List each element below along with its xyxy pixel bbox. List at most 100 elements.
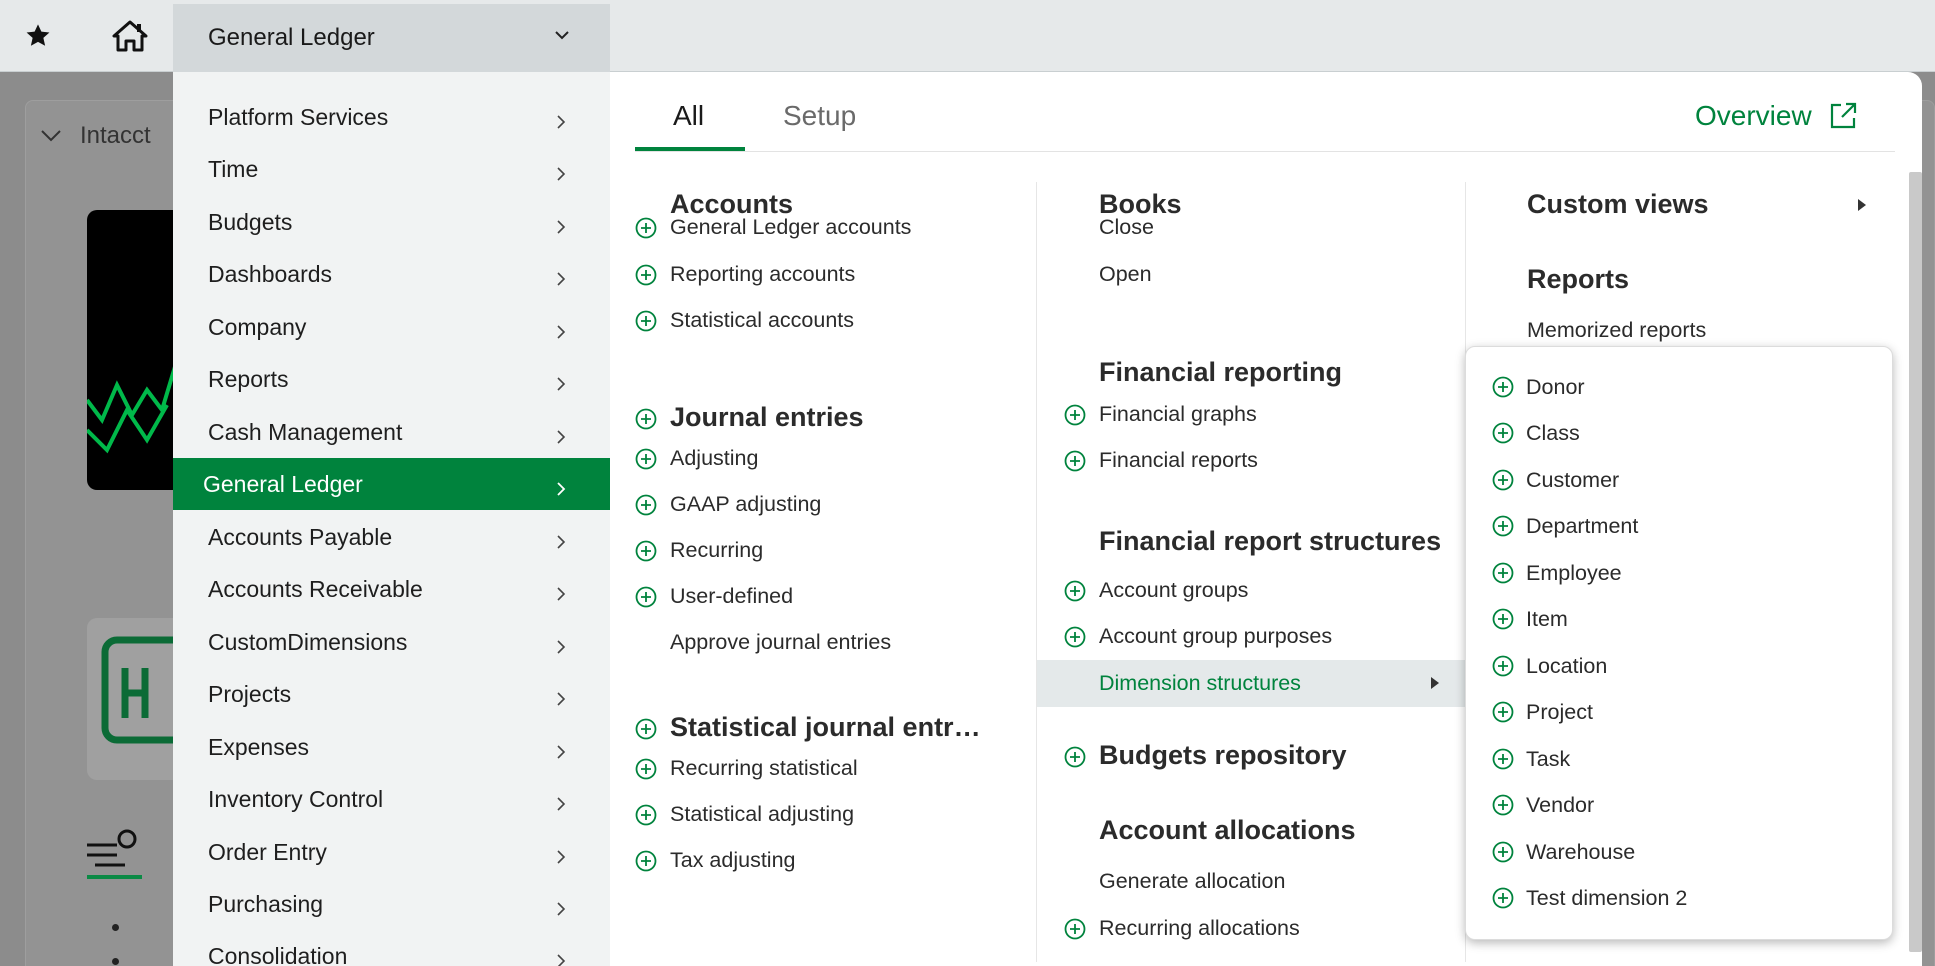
add-circle-icon[interactable] bbox=[635, 586, 657, 608]
module-menu-item-budgets[interactable]: Budgets bbox=[173, 196, 610, 248]
add-circle-icon[interactable] bbox=[635, 540, 657, 562]
menu-link-generate-allocation[interactable]: Generate allocation bbox=[1099, 869, 1285, 894]
overview-link[interactable]: Overview bbox=[1695, 100, 1858, 132]
add-circle-icon[interactable] bbox=[1492, 655, 1514, 677]
module-menu-item-cash-management[interactable]: Cash Management bbox=[173, 406, 610, 458]
submenu-item-label: Department bbox=[1526, 513, 1639, 538]
section-heading-account-allocations[interactable]: Account allocations bbox=[1099, 815, 1356, 846]
add-circle-icon[interactable] bbox=[1492, 515, 1514, 537]
menu-link-reporting-accounts[interactable]: Reporting accounts bbox=[670, 262, 855, 287]
section-heading-custom-views[interactable]: Custom views bbox=[1527, 189, 1709, 220]
module-menu-item-expenses[interactable]: Expenses bbox=[173, 721, 610, 773]
submenu-item-donor[interactable]: Donor bbox=[1466, 364, 1894, 410]
submenu-item-department[interactable]: Department bbox=[1466, 503, 1894, 549]
add-circle-icon[interactable] bbox=[635, 804, 657, 826]
menu-link-gaap-adjusting[interactable]: GAAP adjusting bbox=[670, 492, 821, 517]
tab-setup[interactable]: Setup bbox=[783, 100, 856, 132]
section-heading-financial-reporting[interactable]: Financial reporting bbox=[1099, 357, 1342, 388]
submenu-item-label: Vendor bbox=[1526, 792, 1595, 817]
module-menu-item-time[interactable]: Time bbox=[173, 143, 610, 195]
submenu-item-warehouse[interactable]: Warehouse bbox=[1466, 829, 1894, 875]
add-circle-icon[interactable] bbox=[1064, 918, 1086, 940]
add-circle-icon[interactable] bbox=[1064, 626, 1086, 648]
menu-link-account-groups[interactable]: Account groups bbox=[1099, 578, 1248, 603]
module-menu-item-company[interactable]: Company bbox=[173, 301, 610, 353]
menu-link-recurring-statistical[interactable]: Recurring statistical bbox=[670, 756, 858, 781]
home-button[interactable] bbox=[90, 0, 170, 72]
add-circle-icon[interactable] bbox=[635, 264, 657, 286]
submenu-item-vendor[interactable]: Vendor bbox=[1466, 782, 1894, 828]
chevron-down-icon bbox=[41, 130, 61, 142]
menu-link-recurring[interactable]: Recurring bbox=[670, 538, 763, 563]
submenu-item-location[interactable]: Location bbox=[1466, 643, 1894, 689]
add-circle-icon[interactable] bbox=[1064, 580, 1086, 602]
submenu-item-employee[interactable]: Employee bbox=[1466, 550, 1894, 596]
module-menu-item-reports[interactable]: Reports bbox=[173, 353, 610, 405]
add-circle-icon[interactable] bbox=[635, 217, 657, 239]
add-circle-icon[interactable] bbox=[1492, 376, 1514, 398]
menu-link-financial-reports[interactable]: Financial reports bbox=[1099, 448, 1258, 473]
menu-link-memorized-reports[interactable]: Memorized reports bbox=[1527, 318, 1706, 343]
add-circle-icon[interactable] bbox=[1492, 469, 1514, 491]
add-circle-icon[interactable] bbox=[635, 494, 657, 516]
module-menu-item-general-ledger[interactable]: General Ledger bbox=[173, 458, 610, 510]
submenu-item-class[interactable]: Class bbox=[1466, 410, 1894, 456]
menu-link-general-ledger-accounts[interactable]: General Ledger accounts bbox=[670, 215, 911, 240]
add-circle-icon[interactable] bbox=[635, 310, 657, 332]
add-circle-icon[interactable] bbox=[1492, 748, 1514, 770]
add-circle-icon[interactable] bbox=[1064, 450, 1086, 472]
module-menu-item-customdimensions[interactable]: CustomDimensions bbox=[173, 616, 610, 668]
add-circle-icon[interactable] bbox=[1492, 608, 1514, 630]
module-menu-item-inventory-control[interactable]: Inventory Control bbox=[173, 773, 610, 825]
add-circle-icon[interactable] bbox=[635, 850, 657, 872]
section-heading-reports[interactable]: Reports bbox=[1527, 264, 1629, 295]
module-menu-item-projects[interactable]: Projects bbox=[173, 668, 610, 720]
submenu-item-task[interactable]: Task bbox=[1466, 736, 1894, 782]
module-menu-item-dashboards[interactable]: Dashboards bbox=[173, 248, 610, 300]
module-menu-item-label: Accounts Receivable bbox=[208, 575, 423, 602]
module-selector[interactable]: General Ledger bbox=[173, 4, 610, 72]
menu-link-recurring-allocations[interactable]: Recurring allocations bbox=[1099, 916, 1300, 941]
add-circle-icon[interactable] bbox=[635, 718, 657, 740]
menu-link-close[interactable]: Close bbox=[1099, 215, 1154, 240]
dimension-structures-submenu: Donor Class Customer Department Employee Item… bbox=[1465, 346, 1893, 940]
menu-link-financial-graphs[interactable]: Financial graphs bbox=[1099, 402, 1257, 427]
menu-link-adjusting[interactable]: Adjusting bbox=[670, 446, 758, 471]
module-menu-item-platform-services[interactable]: Platform Services bbox=[173, 91, 610, 143]
menu-link-statistical-accounts[interactable]: Statistical accounts bbox=[670, 308, 854, 333]
section-heading-financial-report-structures[interactable]: Financial report structures bbox=[1099, 526, 1441, 557]
section-heading-journal-entries[interactable]: Journal entries bbox=[670, 402, 864, 433]
module-menu-item-purchasing[interactable]: Purchasing bbox=[173, 878, 610, 930]
submenu-item-customer[interactable]: Customer bbox=[1466, 457, 1894, 503]
add-circle-icon[interactable] bbox=[1064, 404, 1086, 426]
add-circle-icon[interactable] bbox=[635, 758, 657, 780]
menu-link-user-defined[interactable]: User-defined bbox=[670, 584, 793, 609]
add-circle-icon[interactable] bbox=[1492, 794, 1514, 816]
tab-all[interactable]: All bbox=[673, 100, 704, 132]
menu-link-approve-journal-entries[interactable]: Approve journal entries bbox=[670, 630, 891, 655]
add-circle-icon[interactable] bbox=[1492, 701, 1514, 723]
add-circle-icon[interactable] bbox=[1492, 562, 1514, 584]
favorites-button[interactable] bbox=[0, 0, 76, 72]
section-heading-budgets-repository[interactable]: Budgets repository bbox=[1099, 740, 1347, 771]
add-circle-icon[interactable] bbox=[635, 448, 657, 470]
panel-scrollbar[interactable] bbox=[1909, 172, 1922, 952]
module-menu-item-order-entry[interactable]: Order Entry bbox=[173, 826, 610, 878]
submenu-item-project[interactable]: Project bbox=[1466, 689, 1894, 735]
module-menu-item-consolidation[interactable]: Consolidation bbox=[173, 930, 610, 966]
submenu-item-test-dimension-2[interactable]: Test dimension 2 bbox=[1466, 875, 1894, 921]
submenu-item-item[interactable]: Item bbox=[1466, 596, 1894, 642]
add-circle-icon[interactable] bbox=[1492, 422, 1514, 444]
add-circle-icon[interactable] bbox=[635, 408, 657, 430]
module-menu-item-accounts-receivable[interactable]: Accounts Receivable bbox=[173, 563, 610, 615]
menu-link-tax-adjusting[interactable]: Tax adjusting bbox=[670, 848, 796, 873]
module-menu-item-accounts-payable[interactable]: Accounts Payable bbox=[173, 511, 610, 563]
menu-link-account-group-purposes[interactable]: Account group purposes bbox=[1099, 624, 1332, 649]
section-heading-statistical-journal-entries[interactable]: Statistical journal entr… bbox=[670, 712, 981, 743]
add-circle-icon[interactable] bbox=[1492, 887, 1514, 909]
add-circle-icon[interactable] bbox=[1064, 746, 1086, 768]
add-circle-icon[interactable] bbox=[1492, 841, 1514, 863]
menu-link-statistical-adjusting[interactable]: Statistical adjusting bbox=[670, 802, 854, 827]
menu-link-open[interactable]: Open bbox=[1099, 262, 1152, 287]
menu-link-dimension-structures[interactable]: Dimension structures bbox=[1099, 671, 1301, 696]
